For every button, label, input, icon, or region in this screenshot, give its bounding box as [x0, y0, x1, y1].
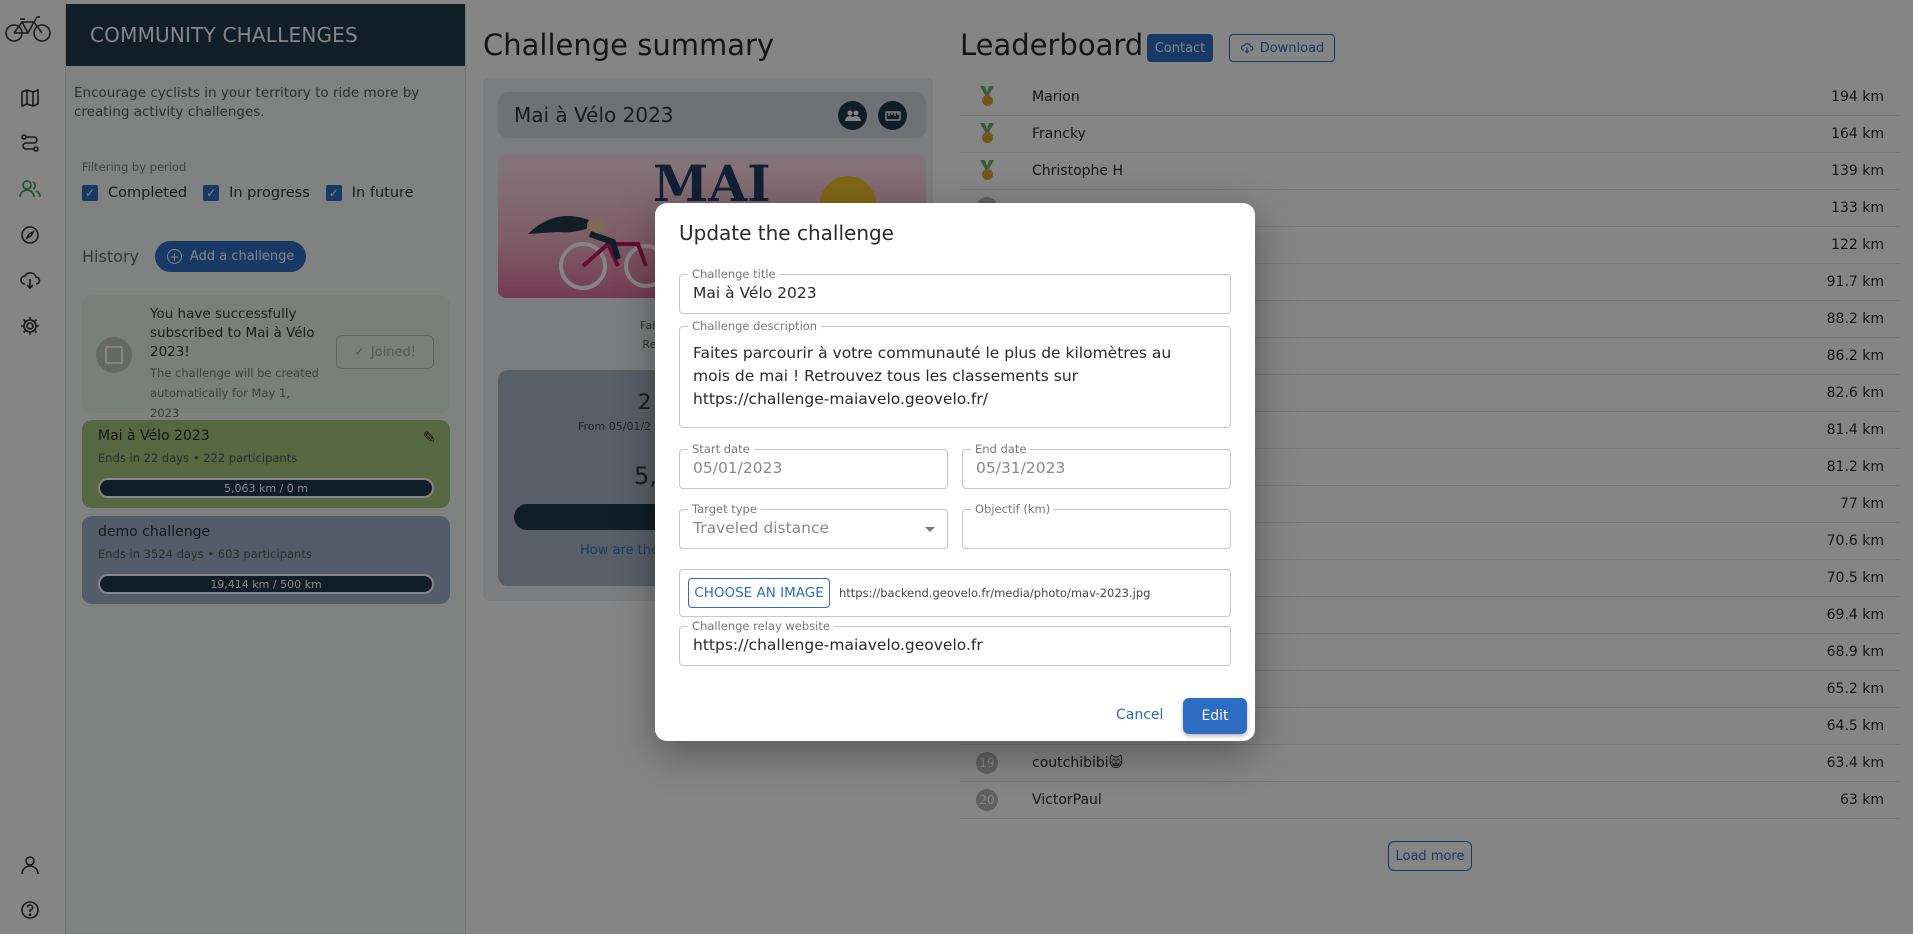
start-date-label: Start date — [688, 442, 754, 456]
chevron-down-icon — [925, 527, 935, 532]
dialog-title: Update the challenge — [679, 221, 894, 245]
cancel-button[interactable]: Cancel — [1116, 707, 1163, 723]
edit-button[interactable]: Edit — [1183, 698, 1247, 734]
end-date-label: End date — [971, 442, 1031, 456]
relay-website-value: https://challenge-maiavelo.geovelo.fr — [693, 636, 983, 654]
target-type-value: Traveled distance — [693, 519, 830, 537]
image-url: https://backend.geovelo.fr/media/photo/m… — [839, 586, 1151, 600]
choose-image-button[interactable]: CHOOSE AN IMAGE — [688, 578, 830, 608]
challenge-title-field[interactable]: Challenge title Mai à Vélo 2023 — [679, 267, 1231, 314]
start-date-field[interactable]: Start date 05/01/2023 — [679, 442, 948, 489]
challenge-description-field[interactable]: Challenge description Faites parcourir à… — [679, 319, 1231, 428]
start-date-value: 05/01/2023 — [693, 459, 783, 477]
challenge-description-value: Faites parcourir à votre communauté le p… — [693, 344, 1172, 408]
relay-website-field[interactable]: Challenge relay website https://challeng… — [679, 619, 1231, 666]
app: COMMUNITY CHALLENGES Encourage cyclists … — [0, 0, 1913, 934]
challenge-title-value: Mai à Vélo 2023 — [693, 284, 817, 302]
challenge-description-label: Challenge description — [688, 319, 822, 333]
target-type-select[interactable]: Target type Traveled distance — [679, 502, 948, 549]
end-date-field[interactable]: End date 05/31/2023 — [962, 442, 1231, 489]
challenge-title-label: Challenge title — [688, 267, 780, 281]
relay-website-label: Challenge relay website — [688, 619, 834, 633]
end-date-value: 05/31/2023 — [976, 459, 1066, 477]
objective-field[interactable]: Objectif (km) — [962, 502, 1231, 549]
image-field: CHOOSE AN IMAGE https://backend.geovelo.… — [679, 569, 1231, 617]
target-type-label: Target type — [688, 502, 761, 516]
update-challenge-dialog: Update the challenge Challenge title Mai… — [655, 203, 1255, 741]
objective-label: Objectif (km) — [971, 502, 1055, 516]
